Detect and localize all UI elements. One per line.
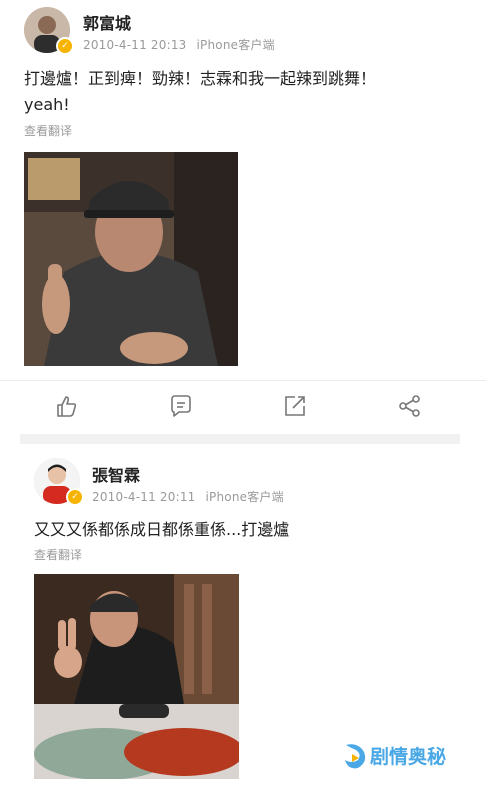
source-text: iPhone客户端 <box>196 38 275 52</box>
translate-link[interactable]: 查看翻译 <box>34 546 82 563</box>
timestamp-text: 2010-4-11 20:11 <box>92 490 196 504</box>
repost-button[interactable] <box>282 393 308 419</box>
comment-button[interactable] <box>168 393 194 419</box>
action-toolbar <box>0 380 486 431</box>
post-timestamp: 2010-4-11 20:13 iPhone客户端 <box>83 36 275 53</box>
comment-icon <box>171 395 191 417</box>
author-name[interactable]: 郭富城 <box>83 10 131 34</box>
watermark: 剧情奥秘 <box>342 740 462 772</box>
repost-icon <box>285 396 305 416</box>
source-text: iPhone客户端 <box>205 490 284 504</box>
watermark-logo-icon <box>345 744 366 769</box>
watermark-text: 剧情奥秘 <box>370 746 447 768</box>
post-text-line-2: yeah! <box>24 95 70 114</box>
thumbs-up-icon <box>57 396 77 417</box>
post-photo[interactable] <box>34 574 239 779</box>
post-timestamp: 2010-4-11 20:11 iPhone客户端 <box>92 488 284 505</box>
post-divider <box>20 434 460 444</box>
share-icon <box>399 395 420 417</box>
timestamp-text: 2010-4-11 20:13 <box>83 38 187 52</box>
verified-badge-icon: ✓ <box>66 488 84 506</box>
post-photo[interactable] <box>24 152 238 366</box>
post-text-line-1: 打邊爐！正到痺！勁辣！志霖和我一起辣到跳舞！ <box>24 69 377 88</box>
translate-link[interactable]: 查看翻译 <box>24 122 72 139</box>
like-button[interactable] <box>53 393 79 419</box>
verified-badge-icon: ✓ <box>56 37 74 55</box>
post-text: 又又又係都係成日都係重係...打邊爐 <box>34 520 290 539</box>
share-button[interactable] <box>397 393 423 419</box>
author-name[interactable]: 張智霖 <box>92 462 140 486</box>
